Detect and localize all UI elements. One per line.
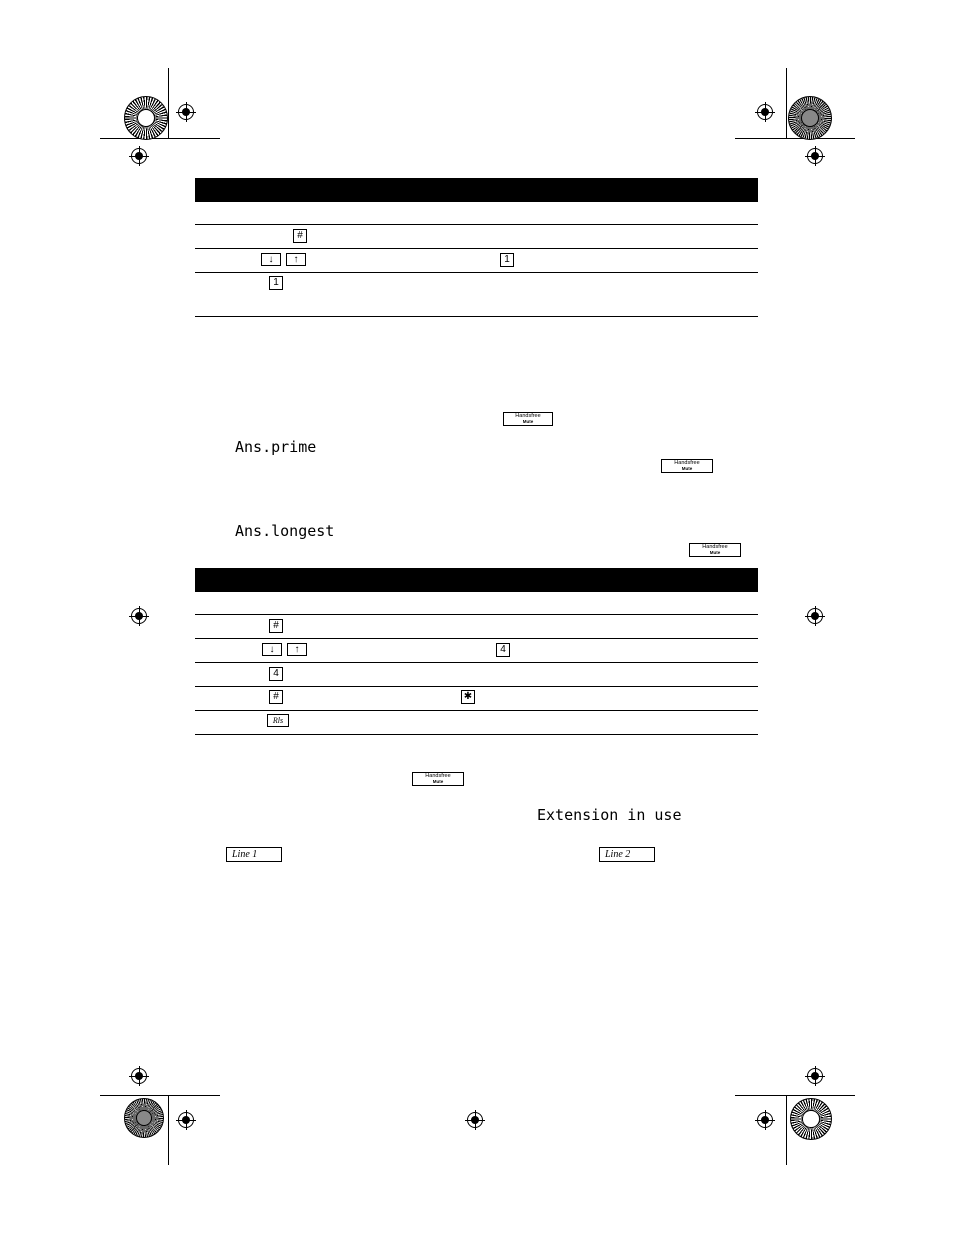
handsfree-mute-key[interactable]: Handsfree Mute [661, 459, 713, 473]
one-key[interactable]: 1 [269, 276, 283, 290]
section-2-rule-top [195, 614, 758, 615]
section-1-rule-bottom [195, 316, 758, 317]
handsfree-mute-key[interactable]: Handsfree Mute [412, 772, 464, 786]
four-key[interactable]: 4 [496, 643, 510, 657]
section-1-rule-top [195, 224, 758, 225]
section-1-rule-2 [195, 248, 758, 249]
pound-key[interactable]: # [293, 229, 307, 243]
up-arrow-key[interactable]: ↑ [286, 253, 306, 266]
one-key[interactable]: 1 [500, 253, 514, 267]
pound-key[interactable]: # [269, 619, 283, 633]
section-1-rule-3 [195, 272, 758, 273]
mute-label: Mute [432, 778, 444, 784]
section-2-rule-bottom [195, 734, 758, 735]
section-1-heading-bar [195, 178, 758, 202]
down-arrow-key[interactable]: ↓ [262, 643, 282, 656]
line-1-key[interactable]: Line 1 [226, 847, 282, 862]
four-key[interactable]: 4 [269, 667, 283, 681]
mute-label: Mute [522, 418, 534, 424]
rls-key[interactable]: Rls [267, 714, 289, 727]
line-2-key[interactable]: Line 2 [599, 847, 655, 862]
page-content: # ↓ ↑ 1 1 Handsfree Mute Ans.prime Hands… [0, 0, 954, 1235]
pound-key[interactable]: # [269, 690, 283, 704]
mute-label: Mute [681, 465, 693, 471]
down-arrow-key[interactable]: ↓ [261, 253, 281, 266]
display-message-ans-prime: Ans.prime [235, 438, 317, 456]
display-message-extension-in-use: Extension in use [537, 806, 682, 824]
mute-label: Mute [709, 549, 721, 555]
display-message-ans-longest: Ans.longest [235, 522, 335, 540]
section-2-rule-5 [195, 710, 758, 711]
star-key[interactable]: ✱ [461, 690, 475, 704]
section-2-heading-bar [195, 568, 758, 592]
section-2-rule-2 [195, 638, 758, 639]
section-2-rule-3 [195, 662, 758, 663]
handsfree-mute-key[interactable]: Handsfree Mute [503, 412, 553, 426]
up-arrow-key[interactable]: ↑ [287, 643, 307, 656]
handsfree-mute-key[interactable]: Handsfree Mute [689, 543, 741, 557]
section-2-rule-4 [195, 686, 758, 687]
